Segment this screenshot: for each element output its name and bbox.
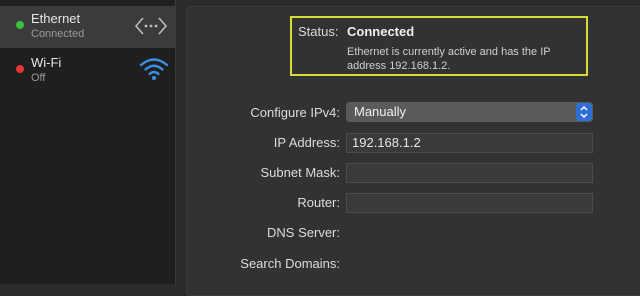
status-label: Status: xyxy=(298,24,339,39)
service-item-wifi[interactable]: Wi-Fi Off xyxy=(0,50,176,92)
subnet-mask-label: Subnet Mask: xyxy=(260,165,341,180)
service-name: Wi-Fi xyxy=(31,55,62,70)
ip-address-field[interactable]: 192.168.1.2 xyxy=(346,133,593,153)
subnet-mask-field[interactable] xyxy=(346,163,593,183)
configure-ipv4-label: Configure IPv4: xyxy=(250,105,340,120)
status-value: Connected xyxy=(347,24,415,39)
status-description: Ethernet is currently active and has the… xyxy=(347,46,551,72)
chevron-up-down-icon xyxy=(576,103,592,121)
off-status-dot xyxy=(16,65,24,73)
service-status: Off xyxy=(31,72,46,84)
wifi-icon xyxy=(138,54,170,89)
router-field[interactable] xyxy=(346,193,593,213)
service-list: Ethernet Connected Wi-Fi Off xyxy=(0,0,176,284)
configure-ipv4-value: Manually xyxy=(354,104,407,119)
dns-server-label: DNS Server: xyxy=(267,225,340,240)
ethernet-arrows-icon xyxy=(134,12,168,45)
connected-status-dot xyxy=(16,21,24,29)
router-label: Router: xyxy=(297,195,340,210)
configure-ipv4-select[interactable]: Manually xyxy=(346,102,593,122)
ip-address-label: IP Address: xyxy=(273,135,340,150)
service-name: Ethernet xyxy=(31,11,81,26)
status-highlight-box: Status: Connected Ethernet is currently … xyxy=(290,16,588,76)
search-domains-label: Search Domains: xyxy=(240,256,340,271)
service-item-ethernet[interactable]: Ethernet Connected xyxy=(0,6,176,48)
service-status: Connected xyxy=(31,28,85,40)
